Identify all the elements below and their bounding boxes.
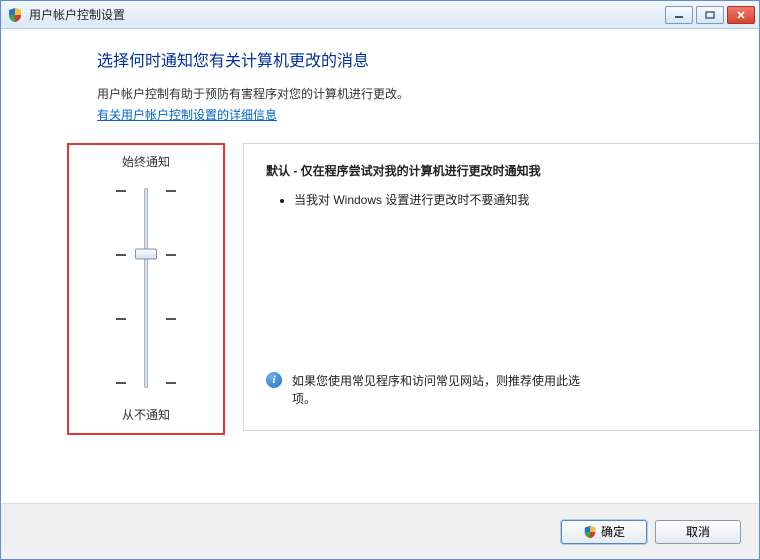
window-buttons [665, 6, 755, 24]
main-area: 始终通知 从不通知 默认 - 仅在程序尝试对我的计算机进行更改时通知我 当我对 … [67, 143, 731, 435]
level-description-panel: 默认 - 仅在程序尝试对我的计算机进行更改时通知我 当我对 Windows 设置… [243, 143, 759, 431]
level-title: 默认 - 仅在程序尝试对我的计算机进行更改时通知我 [266, 162, 741, 179]
window-title: 用户帐户控制设置 [29, 6, 659, 23]
level-bullet-item: 当我对 Windows 设置进行更改时不要通知我 [294, 191, 741, 208]
info-icon: i [266, 372, 282, 388]
notification-slider[interactable] [69, 176, 223, 400]
slider-tick [116, 382, 176, 384]
level-bullets: 当我对 Windows 设置进行更改时不要通知我 [266, 191, 741, 214]
slider-tick [116, 190, 176, 192]
more-info-link[interactable]: 有关用户帐户控制设置的详细信息 [97, 106, 277, 123]
maximize-button[interactable] [696, 6, 724, 24]
shield-icon [7, 7, 23, 23]
page-description: 用户帐户控制有助于预防有害程序对您的计算机进行更改。 [97, 85, 731, 102]
slider-panel: 始终通知 从不通知 [67, 143, 225, 435]
slider-track [144, 188, 148, 388]
slider-thumb[interactable] [135, 249, 157, 260]
minimize-button[interactable] [665, 6, 693, 24]
slider-tick [116, 318, 176, 320]
cancel-button[interactable]: 取消 [655, 520, 741, 544]
shield-icon [583, 525, 597, 539]
close-button[interactable] [727, 6, 755, 24]
ok-button[interactable]: 确定 [561, 520, 647, 544]
page-title: 选择何时通知您有关计算机更改的消息 [97, 47, 731, 71]
ok-button-label: 确定 [601, 523, 625, 540]
recommendation: i 如果您使用常见程序和访问常见网站，则推荐使用此选项。 [266, 372, 741, 416]
content-area: 选择何时通知您有关计算机更改的消息 用户帐户控制有助于预防有害程序对您的计算机进… [1, 29, 759, 503]
recommendation-text: 如果您使用常见程序和访问常见网站，则推荐使用此选项。 [292, 372, 592, 408]
cancel-button-label: 取消 [686, 523, 710, 540]
titlebar: 用户帐户控制设置 [1, 1, 759, 29]
footer: 确定 取消 [1, 503, 759, 559]
uac-settings-window: 用户帐户控制设置 选择何时通知您有关计算机更改的消息 用户帐户控制有助于预防有害… [0, 0, 760, 560]
slider-top-label: 始终通知 [69, 153, 223, 170]
slider-bottom-label: 从不通知 [69, 406, 223, 423]
